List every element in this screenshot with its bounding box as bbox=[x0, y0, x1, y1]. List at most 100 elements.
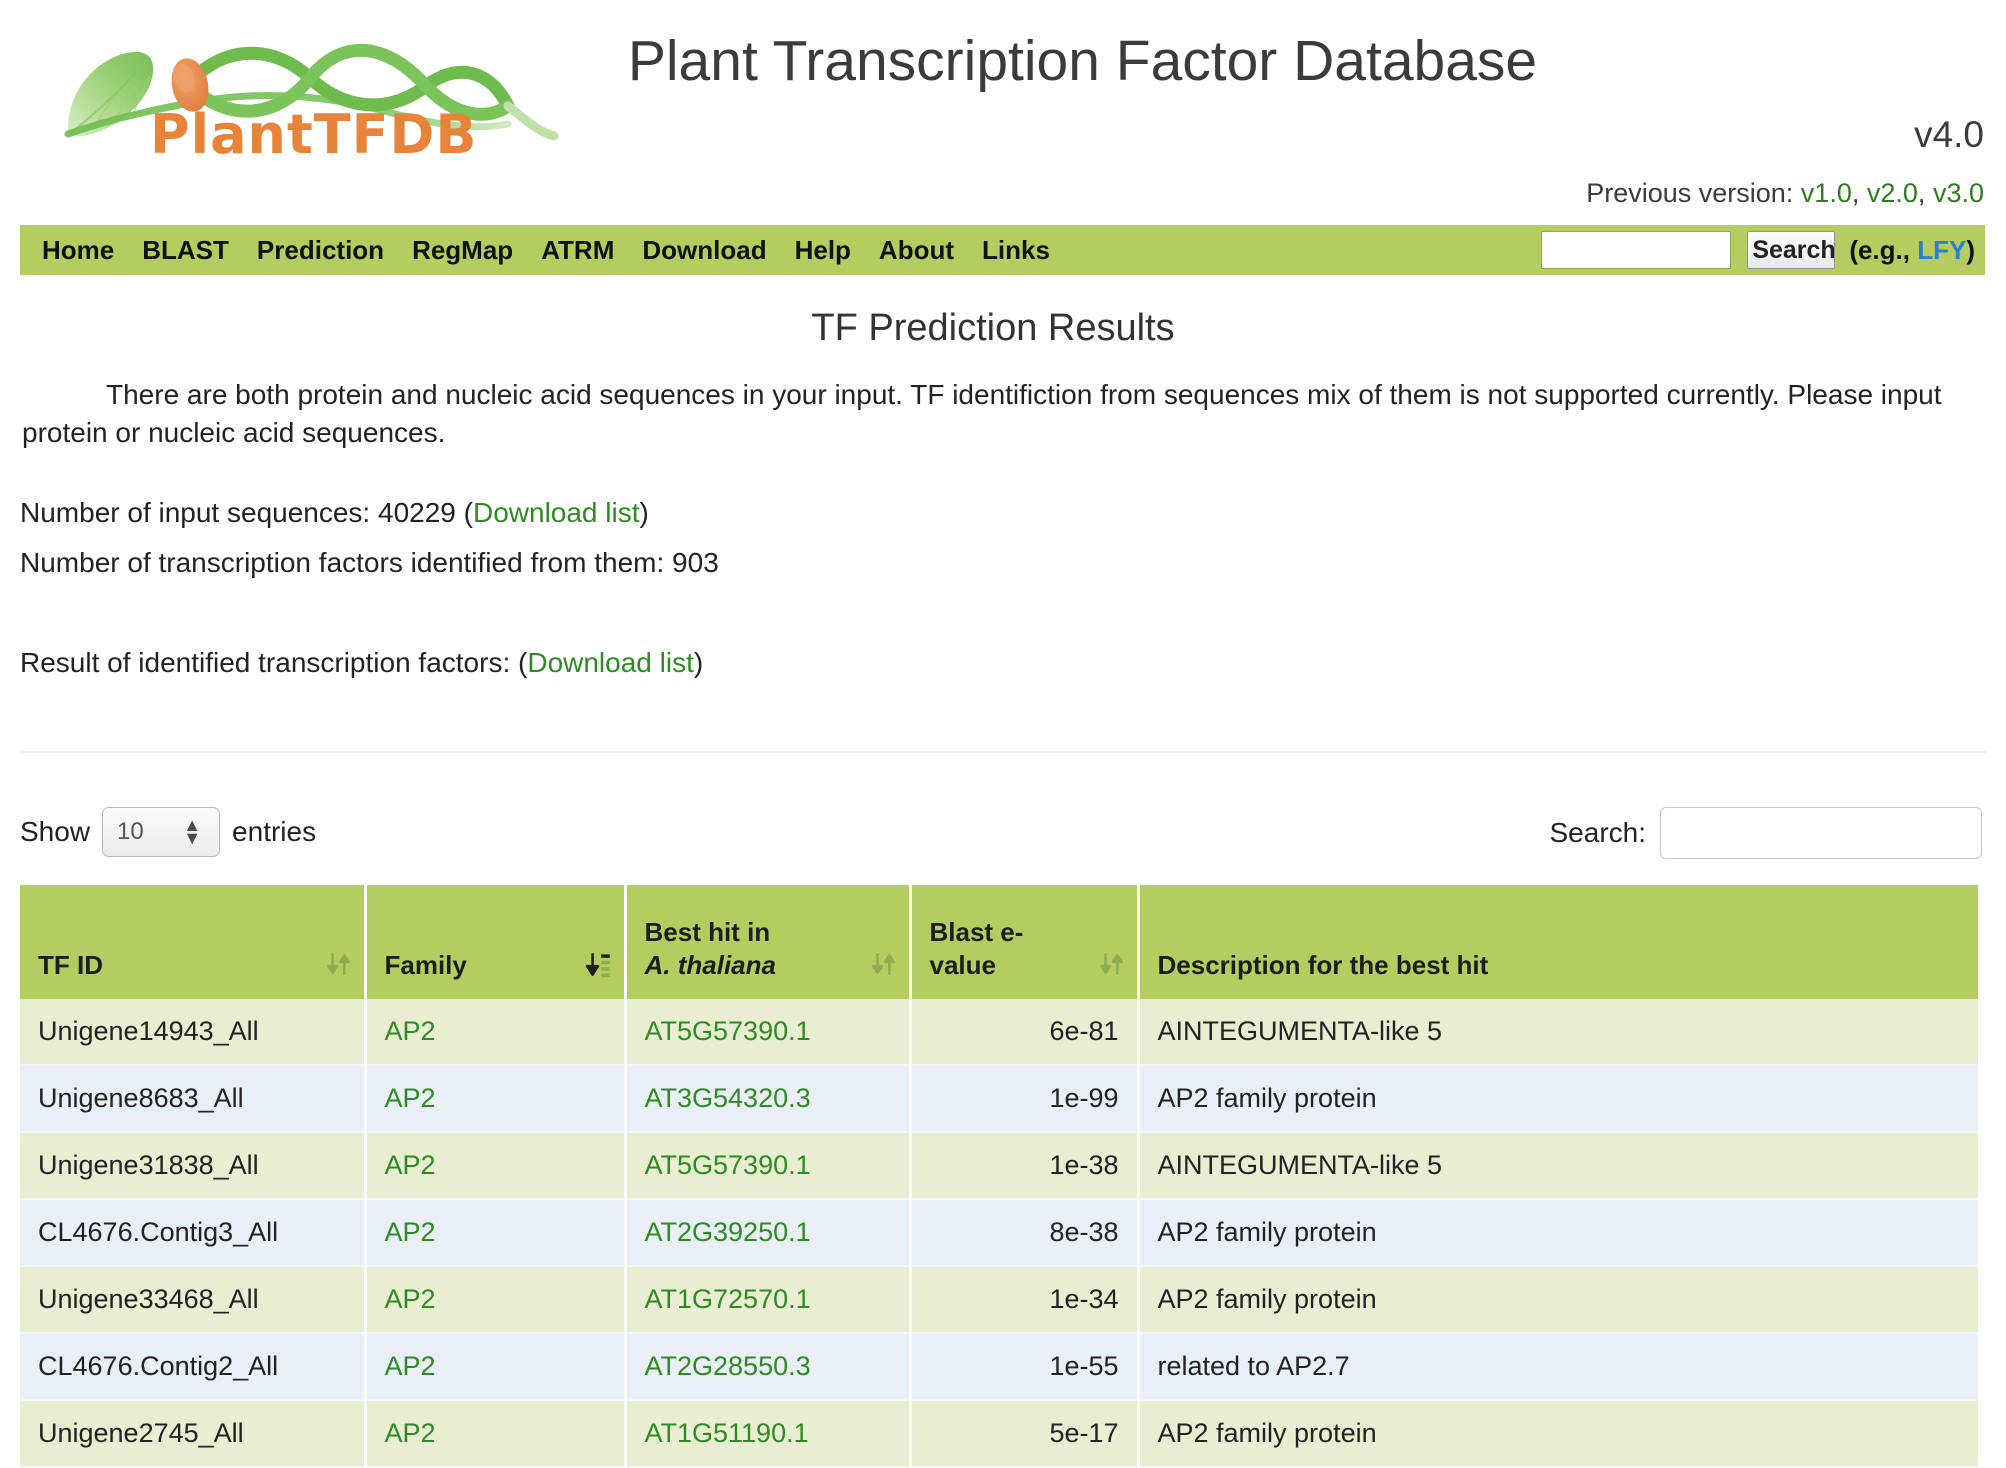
column-header-tf-id[interactable]: TF ID bbox=[20, 885, 367, 1000]
cell-description: AP2 family protein bbox=[1138, 1199, 1978, 1268]
cell-evalue: 1e-34 bbox=[910, 1266, 1140, 1335]
best-hit-link[interactable]: AT2G39250.1 bbox=[645, 1217, 811, 1247]
cell-tf-id: Unigene2745_All bbox=[20, 1400, 367, 1468]
column-label-description: Description for the best hit bbox=[1157, 949, 1489, 980]
column-label-evalue: Blast e-value bbox=[930, 916, 1119, 981]
sort-both-icon-best-hit bbox=[871, 953, 895, 975]
main-navigation: Home BLAST Prediction RegMap ATRM Downlo… bbox=[20, 225, 1985, 275]
hint-prefix: (e.g., bbox=[1849, 234, 1918, 265]
previous-version-label: Previous version: bbox=[1586, 178, 1794, 208]
input-sequences-count: 40229 bbox=[378, 497, 456, 529]
best-hit-link[interactable]: AT5G57390.1 bbox=[645, 1150, 811, 1180]
input-sequences-label: Number of input sequences: bbox=[20, 497, 371, 529]
column-header-evalue[interactable]: Blast e-value bbox=[910, 885, 1140, 1000]
logo-wordmark: PlantTFDB bbox=[150, 103, 478, 166]
nav-item-regmap[interactable]: RegMap bbox=[398, 225, 527, 275]
table-search-input[interactable] bbox=[1660, 807, 1982, 860]
evalue-line1: Blast e- bbox=[929, 917, 1024, 948]
family-link[interactable]: AP2 bbox=[385, 1016, 436, 1046]
cell-family: AP2 bbox=[365, 999, 627, 1067]
datatable-controls: Show 10 ▲ ▼ entries Search: bbox=[20, 807, 1986, 863]
cell-best-hit: AT5G57390.1 bbox=[625, 1132, 912, 1201]
column-header-best-hit[interactable]: Best hit in A. thaliana bbox=[625, 885, 912, 1000]
nav-link-group: Home BLAST Prediction RegMap ATRM Downlo… bbox=[28, 225, 1064, 275]
column-label-best-hit: Best hit in A. thaliana bbox=[645, 916, 891, 981]
previous-version-v1[interactable]: v1.0 bbox=[1801, 178, 1852, 208]
sort-both-icon-tf-id bbox=[326, 953, 350, 975]
entries-select-value: 10 bbox=[117, 818, 144, 846]
previous-version-v2[interactable]: v2.0 bbox=[1867, 178, 1918, 208]
cell-family: AP2 bbox=[365, 1266, 627, 1335]
nav-item-links[interactable]: Links bbox=[968, 225, 1064, 275]
cell-description: AINTEGUMENTA-like 5 bbox=[1138, 999, 1978, 1067]
global-search-button[interactable]: Search bbox=[1747, 231, 1836, 269]
best-hit-line2: A. thaliana bbox=[644, 949, 776, 980]
column-label-family: Family bbox=[384, 949, 467, 980]
family-link[interactable]: AP2 bbox=[385, 1418, 436, 1448]
column-header-description[interactable]: Description for the best hit bbox=[1138, 885, 1978, 1000]
family-link[interactable]: AP2 bbox=[385, 1083, 436, 1113]
cell-tf-id: Unigene31838_All bbox=[20, 1132, 367, 1201]
input-sequence-count-line: Number of input sequences: 40229 (Downlo… bbox=[20, 497, 649, 529]
family-link[interactable]: AP2 bbox=[385, 1150, 436, 1180]
evalue-line2: value bbox=[929, 949, 997, 980]
sort-both-icon-evalue bbox=[1099, 953, 1123, 975]
cell-best-hit: AT2G39250.1 bbox=[625, 1199, 912, 1268]
nav-item-download[interactable]: Download bbox=[628, 225, 780, 275]
page-title: Plant Transcription Factor Database bbox=[627, 29, 1538, 93]
cell-description: related to AP2.7 bbox=[1138, 1333, 1978, 1402]
cell-best-hit: AT5G57390.1 bbox=[625, 999, 912, 1067]
tf-identified-count: 903 bbox=[672, 547, 719, 579]
cell-family: AP2 bbox=[365, 1132, 627, 1201]
table-row: Unigene14943_All AP2 AT5G57390.1 6e-81 AINTE… bbox=[20, 999, 1978, 1067]
cell-tf-id: CL4676.Contig2_All bbox=[20, 1333, 367, 1402]
family-link[interactable]: AP2 bbox=[385, 1284, 436, 1314]
cell-evalue: 6e-81 bbox=[910, 999, 1140, 1067]
cell-evalue: 1e-99 bbox=[910, 1065, 1140, 1134]
sort-asc-active-icon-family bbox=[585, 953, 610, 978]
main-content: TF Prediction Results There are both pro… bbox=[0, 285, 2006, 1468]
table-row: Unigene2745_All AP2 AT1G51190.1 5e-17 AP2 fa… bbox=[20, 1400, 1978, 1468]
best-hit-link[interactable]: AT1G72570.1 bbox=[645, 1284, 811, 1314]
family-link[interactable]: AP2 bbox=[385, 1217, 436, 1247]
datatable-search-control: Search: bbox=[1549, 807, 1982, 860]
table-row: Unigene33468_All AP2 AT1G72570.1 1e-34 AP2 f… bbox=[20, 1266, 1978, 1335]
cell-best-hit: AT3G54320.3 bbox=[625, 1065, 912, 1134]
family-link[interactable]: AP2 bbox=[385, 1351, 436, 1381]
cell-evalue: 1e-38 bbox=[910, 1132, 1140, 1201]
previous-version-v3[interactable]: v3.0 bbox=[1933, 178, 1984, 208]
best-hit-link[interactable]: AT3G54320.3 bbox=[645, 1083, 811, 1113]
table-row: CL4676.Contig2_All AP2 AT2G28550.3 1e-55 rel… bbox=[20, 1333, 1978, 1402]
table-row: CL4676.Contig3_All AP2 AT2G39250.1 8e-38 AP2… bbox=[20, 1199, 1978, 1268]
cell-best-hit: AT1G51190.1 bbox=[625, 1400, 912, 1468]
entries-per-page-select[interactable]: 10 ▲ ▼ bbox=[102, 807, 221, 858]
cell-description: AP2 family protein bbox=[1138, 1400, 1978, 1468]
section-divider bbox=[20, 751, 1986, 754]
best-hit-link[interactable]: AT1G51190.1 bbox=[645, 1418, 809, 1448]
nav-item-atrm[interactable]: ATRM bbox=[527, 225, 628, 275]
cell-best-hit: AT1G72570.1 bbox=[625, 1266, 912, 1335]
table-row: Unigene31838_All AP2 AT5G57390.1 1e-38 AINTE… bbox=[20, 1132, 1978, 1201]
cell-family: AP2 bbox=[365, 1065, 627, 1134]
hint-example-lfy[interactable]: LFY bbox=[1917, 235, 1966, 265]
site-header: PlantTFDB Plant Transcription Factor Dat… bbox=[0, 0, 2006, 218]
nav-item-prediction[interactable]: Prediction bbox=[243, 225, 398, 275]
cell-description: AINTEGUMENTA-like 5 bbox=[1138, 1132, 1978, 1201]
download-result-list-link[interactable]: Download list bbox=[527, 647, 694, 678]
stepper-arrows-icon: ▲ ▼ bbox=[183, 815, 202, 849]
best-hit-link[interactable]: AT2G28550.3 bbox=[645, 1351, 811, 1381]
global-search-input[interactable] bbox=[1541, 231, 1732, 269]
nav-item-home[interactable]: Home bbox=[28, 225, 128, 275]
nav-item-blast[interactable]: BLAST bbox=[128, 225, 243, 275]
tf-identified-count-line: Number of transcription factors identifi… bbox=[20, 547, 2006, 579]
previous-versions: Previous version: v1.0, v2.0, v3.0 bbox=[1586, 178, 1984, 208]
cell-evalue: 5e-17 bbox=[910, 1400, 1140, 1468]
nav-item-help[interactable]: Help bbox=[781, 225, 865, 275]
column-header-family[interactable]: Family bbox=[365, 885, 627, 1000]
best-hit-link[interactable]: AT5G57390.1 bbox=[645, 1016, 811, 1046]
version-badge: v4.0 bbox=[1914, 114, 1984, 155]
nav-item-about[interactable]: About bbox=[865, 225, 968, 275]
download-input-list-link[interactable]: Download list bbox=[473, 497, 640, 528]
table-search-label: Search: bbox=[1549, 817, 1647, 849]
cell-evalue: 1e-55 bbox=[910, 1333, 1140, 1402]
